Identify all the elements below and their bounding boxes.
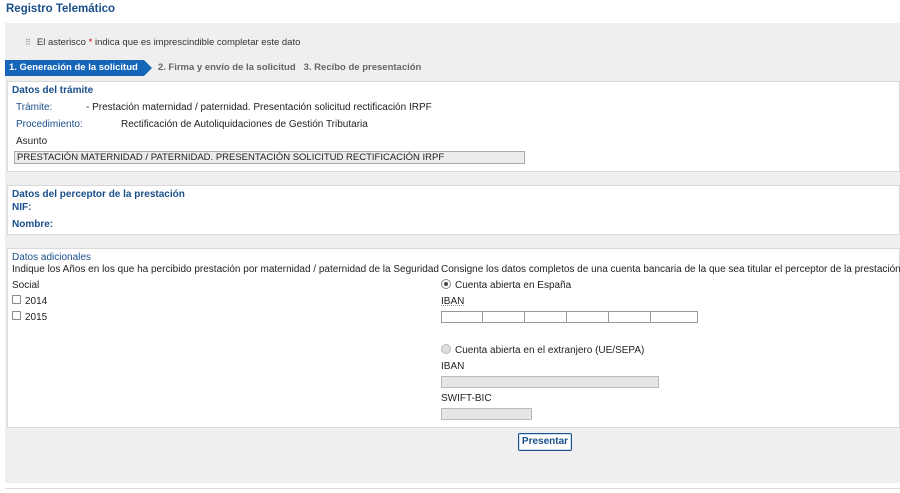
- bullet-icon: ⠿: [25, 38, 31, 47]
- asunto-label: Asunto: [16, 136, 48, 147]
- perceptor-section-title: Datos del perceptor de la prestación: [12, 189, 185, 200]
- spain-account-radio[interactable]: [441, 279, 451, 289]
- app-title: Registro Telemático: [6, 3, 116, 15]
- foreign-account-radio[interactable]: [441, 344, 451, 354]
- tramite-panel: Datos del trámite Trámite: - Prestación …: [7, 81, 900, 172]
- year-2015-checkbox[interactable]: [12, 311, 21, 320]
- asunto-field: PRESTACIÓN MATERNIDAD / PATERNIDAD. PRES…: [14, 151, 525, 164]
- iban-field-2[interactable]: [483, 311, 525, 323]
- procedimiento-label: Procedimiento:: [16, 119, 83, 130]
- tramite-section-title: Datos del trámite: [12, 85, 94, 96]
- iban-field-3[interactable]: [525, 311, 567, 323]
- footer-divider: [5, 488, 900, 489]
- step-firma: 2. Firma y envío de la solicitud: [157, 62, 296, 73]
- iban-foreign-field[interactable]: [441, 376, 659, 388]
- submit-button[interactable]: Presentar: [518, 433, 572, 451]
- tramite-value: - Prestación maternidad / paternidad. Pr…: [86, 102, 432, 113]
- year-2015-label: 2015: [25, 312, 48, 323]
- bank-prompt: Consigne los datos completos de una cuen…: [441, 264, 900, 275]
- year-2014-checkbox[interactable]: [12, 295, 21, 304]
- iban-spain-fields: [441, 311, 698, 323]
- form-container: ⠿ El asterisco * indica que es imprescind…: [5, 23, 900, 483]
- iban-field-4[interactable]: [567, 311, 609, 323]
- perceptor-panel: Datos del perceptor de la prestación NIF…: [7, 185, 900, 235]
- step-generacion: 1. Generación de la solicitud: [5, 60, 152, 76]
- nif-label: NIF:: [12, 202, 32, 213]
- adicionales-section-title: Datos adicionales: [12, 252, 91, 263]
- wizard-steps: 1. Generación de la solicitud 2. Firma y…: [5, 60, 425, 76]
- swift-label: SWIFT-BIC: [441, 393, 492, 404]
- tramite-label: Trámite:: [16, 102, 53, 113]
- iban-foreign-label: IBAN: [441, 361, 465, 372]
- swift-field[interactable]: [441, 408, 532, 420]
- procedimiento-value: Rectificación de Autoliquidaciones de Ge…: [121, 119, 368, 130]
- years-prompt-cont: Social: [12, 280, 40, 291]
- nombre-label: Nombre:: [12, 219, 54, 230]
- step-recibo: 3. Recibo de presentación: [303, 62, 422, 73]
- required-note: ⠿ El asterisco * indica que es imprescind…: [25, 37, 301, 48]
- spain-account-label: Cuenta abierta en España: [455, 280, 572, 291]
- adicionales-panel: Datos adicionales Indique los Años en lo…: [7, 248, 900, 428]
- iban-spain-label: IBAN: [441, 296, 465, 307]
- iban-field-5[interactable]: [609, 311, 651, 323]
- years-prompt: Indique los Años en los que ha percibido…: [12, 264, 439, 275]
- iban-field-6[interactable]: [651, 311, 698, 323]
- iban-field-1[interactable]: [441, 311, 483, 323]
- foreign-account-label: Cuenta abierta en el extranjero (UE/SEPA…: [455, 345, 645, 356]
- year-2014-label: 2014: [25, 296, 48, 307]
